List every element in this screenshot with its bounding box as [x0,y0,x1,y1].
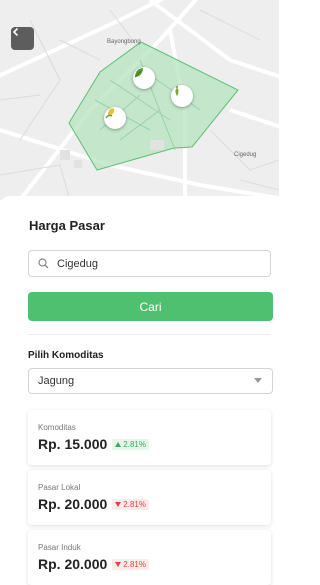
divider [28,334,271,335]
chili-pin-icon[interactable] [171,85,193,107]
change-value: 2.81% [123,499,146,509]
triangle-down-icon [115,501,122,507]
page-title: Harga Pasar [29,218,105,233]
price-card-pasar-lokal[interactable]: Pasar Lokal Rp. 20.000 2.81% [28,470,271,525]
search-field[interactable] [28,250,271,277]
card-price: Rp. 15.000 [38,436,108,452]
map-roads [0,0,279,200]
back-button[interactable] [11,27,34,50]
commodity-selected-value: Jagung [38,375,75,387]
card-price: Rp. 20.000 [38,496,108,512]
search-button[interactable]: Cari [28,292,273,321]
change-badge-down: 2.81% [112,498,149,510]
chevron-left-icon [12,27,19,37]
map-label-bayongbong: Bayongbong [107,39,141,45]
price-card-komoditas[interactable]: Komoditas Rp. 15.000 2.81% [28,410,271,465]
corn-pin-icon[interactable] [104,107,126,129]
change-badge-down: 2.81% [112,558,149,570]
map-view[interactable]: Bayongbong Cigedug [0,0,279,200]
commodity-select[interactable]: Jagung [28,368,273,394]
change-value: 2.81% [123,439,146,449]
card-label: Komoditas [38,423,76,432]
chevron-down-icon [254,378,262,383]
change-badge-up: 2.81% [112,438,149,450]
change-value: 2.81% [123,559,146,569]
card-label: Pasar Lokal [38,483,81,492]
search-input[interactable] [55,256,259,271]
bottom-sheet: Harga Pasar Cari Pilih Komoditas Jagung … [0,196,279,585]
map-label-cigedug: Cigedug [234,152,257,158]
triangle-up-icon [115,441,122,447]
card-label: Pasar Induk [38,543,81,552]
leaf-pin-icon[interactable] [133,67,155,89]
commodity-label: Pilih Komoditas [28,350,104,361]
card-price: Rp. 20.000 [38,556,108,572]
price-card-pasar-induk[interactable]: Pasar Induk Rp. 20.000 2.81% [28,530,271,585]
triangle-down-icon [115,561,122,567]
search-icon [38,258,49,269]
